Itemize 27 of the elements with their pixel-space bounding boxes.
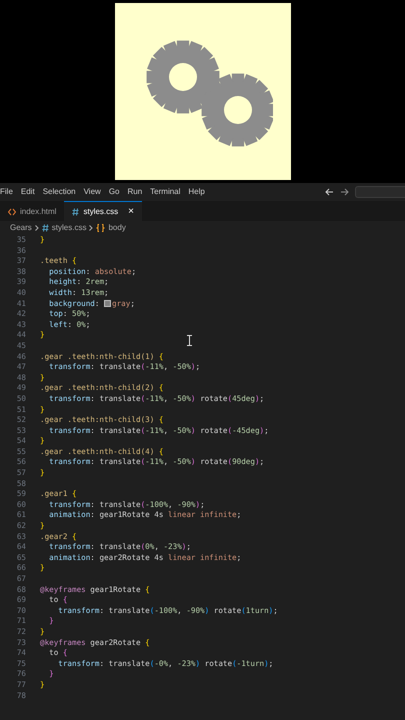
breadcrumb-item[interactable]: Gears (10, 222, 32, 234)
back-arrow-icon[interactable] (325, 188, 334, 196)
editor-tab[interactable]: index.html (0, 201, 64, 221)
menu-item[interactable]: File (0, 186, 13, 198)
search-field[interactable] (355, 186, 405, 198)
braces-icon (96, 224, 106, 232)
menu-item[interactable]: View (84, 186, 101, 198)
close-icon[interactable]: × (128, 204, 134, 219)
breadcrumb-item[interactable]: styles.css (52, 222, 86, 234)
menu-item[interactable]: Run (127, 186, 142, 198)
menu-item[interactable]: Edit (20, 186, 35, 198)
editor-tab[interactable]: styles.css × (64, 201, 142, 221)
gear-icon (146, 40, 219, 113)
menu-item[interactable]: Selection (42, 186, 76, 198)
menu-item[interactable]: Go (108, 186, 120, 198)
gear-icon (201, 73, 272, 146)
breadcrumb-item[interactable]: body (108, 222, 126, 234)
chevron-icon (34, 224, 39, 230)
code-icon (8, 208, 16, 216)
text-cursor-icon (186, 335, 193, 346)
hash-icon (72, 208, 80, 216)
chevron-icon (89, 224, 94, 230)
hash-icon (42, 224, 49, 232)
menu-item[interactable]: Terminal (150, 186, 180, 198)
color-swatch-icon (104, 300, 112, 308)
forward-arrow-icon[interactable] (340, 188, 349, 196)
menu-item[interactable]: Help (188, 186, 205, 198)
